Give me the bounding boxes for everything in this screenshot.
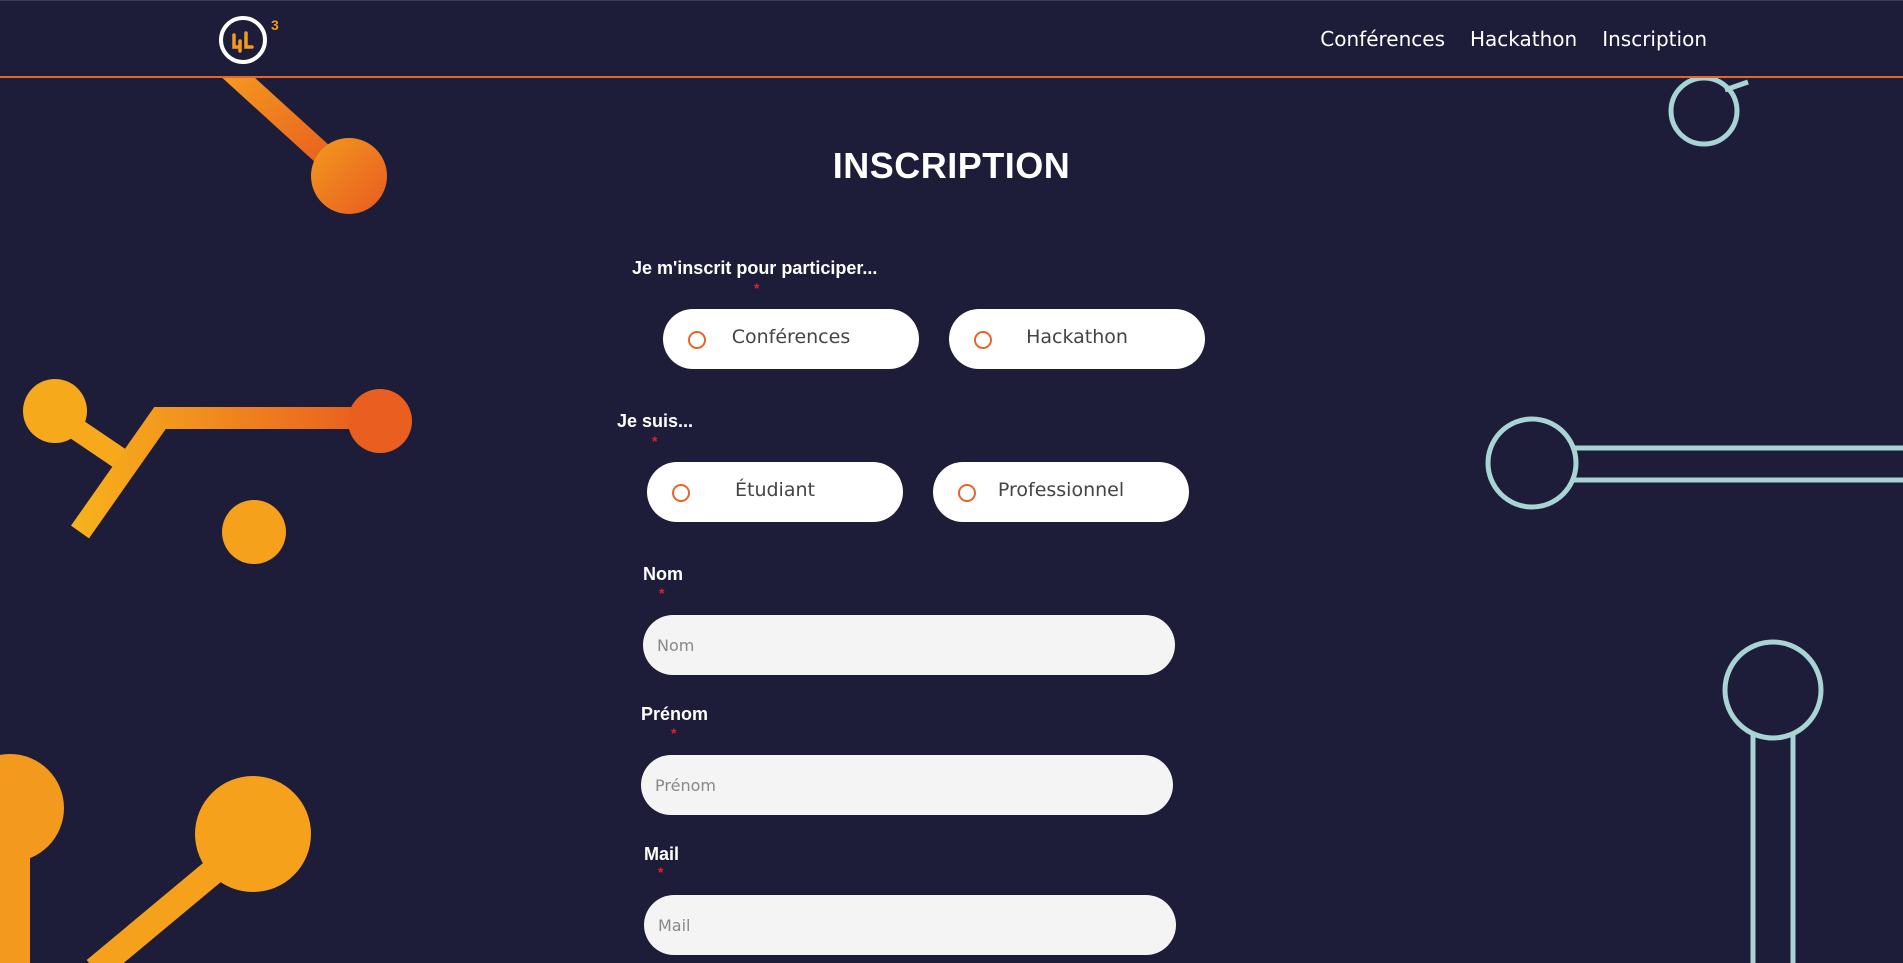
radio-option-label: Conférences	[731, 326, 851, 348]
site-header: 3 Conférences Hackathon Inscription	[0, 0, 1903, 78]
mail-input[interactable]	[644, 895, 1176, 955]
page-title: INSCRIPTION	[832, 145, 1071, 186]
nav-link-inscription[interactable]: Inscription	[1602, 27, 1707, 51]
nav-link-hackathon[interactable]: Hackathon	[1470, 27, 1577, 51]
logo-superscript: 3	[271, 17, 279, 33]
required-marker: *	[671, 725, 677, 741]
radio-option-conferences[interactable]: Conférences	[663, 309, 919, 369]
radio-option-label: Hackathon	[1026, 326, 1128, 348]
prenom-input[interactable]	[641, 755, 1173, 815]
prenom-label: Prénom	[641, 704, 709, 724]
nav-link-conferences[interactable]: Conférences	[1320, 27, 1445, 51]
site-logo[interactable]	[218, 15, 268, 65]
required-marker: *	[652, 433, 658, 449]
participation-label: Je m'inscrit pour participer...	[632, 258, 878, 278]
required-marker: *	[754, 280, 760, 296]
nom-label: Nom	[643, 564, 683, 584]
radio-option-label: Professionnel	[997, 479, 1125, 501]
mail-label: Mail	[644, 844, 680, 864]
radio-option-professionnel[interactable]: Professionnel	[933, 462, 1189, 522]
main-nav: Conférences Hackathon Inscription	[1320, 27, 1707, 51]
radio-option-label: Étudiant	[735, 479, 815, 501]
required-marker: *	[658, 864, 664, 880]
radio-option-etudiant[interactable]: Étudiant	[647, 462, 903, 522]
status-label: Je suis...	[617, 411, 694, 431]
radio-option-hackathon[interactable]: Hackathon	[949, 309, 1205, 369]
nom-input[interactable]	[643, 615, 1175, 675]
required-marker: *	[659, 585, 665, 601]
